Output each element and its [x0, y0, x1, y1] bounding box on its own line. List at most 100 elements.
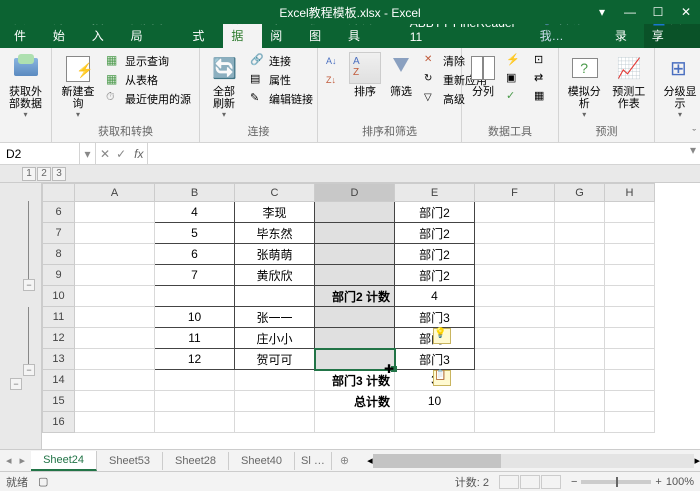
- filter-button[interactable]: 筛选: [384, 50, 418, 100]
- cell[interactable]: [475, 244, 555, 265]
- cell[interactable]: [75, 349, 155, 370]
- cell[interactable]: [475, 223, 555, 244]
- sheet-nav-next[interactable]: ▸: [20, 454, 26, 467]
- zoom-out-button[interactable]: −: [571, 476, 577, 488]
- cell[interactable]: [605, 223, 655, 244]
- cell[interactable]: 部门3: [395, 307, 475, 328]
- fx-icon[interactable]: fx: [130, 143, 147, 164]
- expand-formula-bar[interactable]: ▾: [686, 143, 700, 164]
- cell[interactable]: 10: [395, 391, 475, 412]
- spreadsheet-grid[interactable]: A B C D E F G H 64李现部门275毕东然部门286张萌萌部门29…: [42, 183, 655, 433]
- text-to-columns-button[interactable]: 分列: [466, 50, 500, 100]
- sheet-tab-sheet53[interactable]: Sheet53: [97, 452, 163, 470]
- zoom-level[interactable]: 100%: [666, 476, 694, 488]
- outline-level-3[interactable]: 3: [52, 167, 66, 181]
- relationships-button[interactable]: [530, 70, 554, 88]
- cell[interactable]: [605, 391, 655, 412]
- row-header[interactable]: 7: [43, 223, 75, 244]
- col-header-g[interactable]: G: [555, 184, 605, 202]
- cell[interactable]: 张一一: [235, 307, 315, 328]
- cell[interactable]: 部门3 计数: [315, 370, 395, 391]
- zoom-in-button[interactable]: +: [655, 476, 661, 488]
- sheet-tab-sheet24[interactable]: Sheet24: [31, 451, 97, 471]
- cell[interactable]: 4: [155, 202, 235, 223]
- cell[interactable]: 总计数: [315, 391, 395, 412]
- cell[interactable]: [555, 349, 605, 370]
- cell[interactable]: 庄小小: [235, 328, 315, 349]
- outline-collapse-button[interactable]: −: [23, 279, 35, 291]
- cell[interactable]: [75, 391, 155, 412]
- view-layout-icon[interactable]: [520, 475, 540, 489]
- cell[interactable]: [605, 370, 655, 391]
- data-model-button[interactable]: [530, 88, 554, 106]
- row-header[interactable]: 10: [43, 286, 75, 307]
- row-header[interactable]: 12: [43, 328, 75, 349]
- cell[interactable]: [605, 307, 655, 328]
- cell[interactable]: 部门2: [395, 265, 475, 286]
- flash-fill-button[interactable]: [502, 52, 526, 70]
- cell[interactable]: [75, 223, 155, 244]
- cell[interactable]: [475, 307, 555, 328]
- select-all-corner[interactable]: [43, 184, 75, 202]
- cell[interactable]: [315, 202, 395, 223]
- collapse-ribbon-icon[interactable]: ˇ: [692, 128, 696, 140]
- row-header[interactable]: 6: [43, 202, 75, 223]
- cell[interactable]: [315, 265, 395, 286]
- col-header-b[interactable]: B: [155, 184, 235, 202]
- cell[interactable]: [475, 286, 555, 307]
- cell[interactable]: 李现: [235, 202, 315, 223]
- cell[interactable]: 12: [155, 349, 235, 370]
- cell[interactable]: [475, 202, 555, 223]
- cell[interactable]: [555, 202, 605, 223]
- col-header-h[interactable]: H: [605, 184, 655, 202]
- cell[interactable]: [155, 391, 235, 412]
- cell[interactable]: [75, 265, 155, 286]
- cell[interactable]: [475, 328, 555, 349]
- col-header-e[interactable]: E: [395, 184, 475, 202]
- remove-dup-button[interactable]: [502, 70, 526, 88]
- cell[interactable]: [75, 244, 155, 265]
- cell[interactable]: [155, 286, 235, 307]
- name-box[interactable]: D2: [0, 143, 80, 164]
- view-normal-icon[interactable]: [499, 475, 519, 489]
- cell[interactable]: [315, 412, 395, 433]
- cell[interactable]: 贺可可: [235, 349, 315, 370]
- cell[interactable]: [315, 307, 395, 328]
- cell[interactable]: [605, 202, 655, 223]
- ribbon-opts-icon[interactable]: ▾: [588, 0, 616, 24]
- cell[interactable]: [475, 412, 555, 433]
- cell[interactable]: [605, 244, 655, 265]
- cell[interactable]: [155, 412, 235, 433]
- name-box-dropdown[interactable]: ▾: [80, 143, 96, 164]
- get-external-data-button[interactable]: 获取外部数据▾: [4, 50, 47, 121]
- from-table-button[interactable]: 从表格: [102, 71, 195, 89]
- cell[interactable]: 11: [155, 328, 235, 349]
- macro-record-icon[interactable]: ▢: [38, 475, 48, 488]
- cell[interactable]: [605, 286, 655, 307]
- cell[interactable]: [475, 391, 555, 412]
- cell[interactable]: 部门3: [395, 349, 475, 370]
- new-sheet-button[interactable]: ⊕: [332, 454, 357, 467]
- hscroll-right[interactable]: ▸: [694, 454, 700, 467]
- sheet-tab-sheet40[interactable]: Sheet40: [229, 452, 295, 470]
- cell[interactable]: [555, 244, 605, 265]
- row-header[interactable]: 8: [43, 244, 75, 265]
- new-query-button[interactable]: 新建查询▾: [56, 50, 100, 121]
- cell[interactable]: [555, 265, 605, 286]
- cell[interactable]: [605, 412, 655, 433]
- cell[interactable]: [555, 223, 605, 244]
- cell[interactable]: 部门2: [395, 223, 475, 244]
- cell[interactable]: [235, 370, 315, 391]
- cell[interactable]: [315, 328, 395, 349]
- recent-sources-button[interactable]: 最近使用的源: [102, 90, 195, 108]
- sheet-nav-prev[interactable]: ◂: [6, 454, 12, 467]
- col-header-f[interactable]: F: [475, 184, 555, 202]
- connections-button[interactable]: 连接: [246, 52, 317, 70]
- cell[interactable]: [235, 412, 315, 433]
- cell[interactable]: [555, 286, 605, 307]
- cell[interactable]: [555, 370, 605, 391]
- cell[interactable]: 4: [395, 286, 475, 307]
- outline-button[interactable]: 分级显示▾: [659, 50, 700, 121]
- forecast-sheet-button[interactable]: 预测工作表: [608, 50, 651, 112]
- row-header[interactable]: 13: [43, 349, 75, 370]
